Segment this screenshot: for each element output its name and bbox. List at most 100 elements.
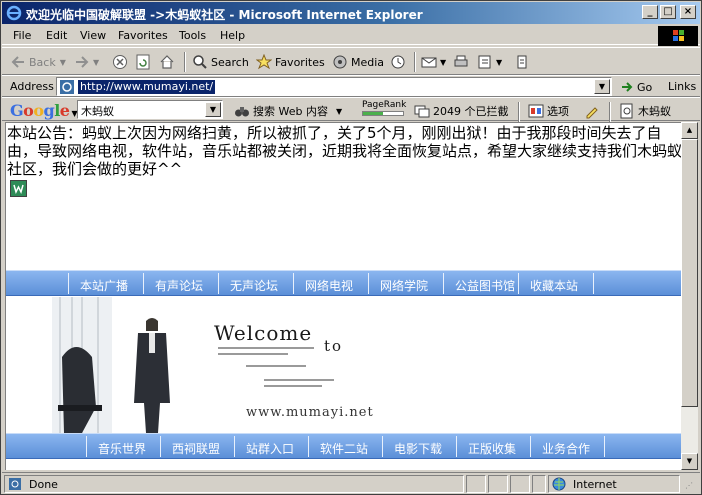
menu-view[interactable]: View xyxy=(80,29,106,42)
scroll-up-button[interactable]: ▲ xyxy=(681,122,698,139)
popup-blocker-button[interactable]: 2049 个已拦截 xyxy=(414,103,509,119)
google-search-input[interactable]: 木蚂蚁 ▼ xyxy=(77,100,223,119)
maximize-button[interactable]: □ xyxy=(660,5,676,19)
scroll-down-button[interactable]: ▼ xyxy=(681,453,698,470)
banner-to-text: to xyxy=(324,337,344,355)
menu-tools[interactable]: Tools xyxy=(179,29,206,42)
nav-divider xyxy=(68,273,69,294)
status-pane xyxy=(488,475,508,493)
resize-grip[interactable]: ⋰ xyxy=(685,481,693,490)
menu-favorites[interactable]: Favorites xyxy=(118,29,168,42)
refresh-button[interactable] xyxy=(135,54,154,70)
mail-icon xyxy=(421,57,437,68)
menu-bar: File Edit View Favorites Tools Help xyxy=(2,25,700,46)
vertical-scrollbar[interactable]: ▲ ▼ xyxy=(681,122,698,470)
ie-window: 欢迎光临中国破解联盟 ->木蚂蚁社区 - Microsoft Internet … xyxy=(0,0,702,495)
home-icon xyxy=(160,55,174,69)
address-label: Address xyxy=(10,80,54,93)
address-input[interactable]: http://www.mumayi.net/ ▼ xyxy=(56,77,612,96)
bottom-nav-item[interactable]: 西祠联盟 xyxy=(172,440,220,457)
site-notice: 本站公告：蚂蚁上次因为网络扫黄，所以被抓了，关了5个月，刚刚出狱！由于我那段时间… xyxy=(7,124,681,178)
discuss-button[interactable] xyxy=(514,54,533,70)
links-button[interactable]: Links xyxy=(668,80,696,93)
nav-divider xyxy=(143,273,144,294)
bottom-nav-item[interactable]: 电影下载 xyxy=(394,440,442,457)
top-nav-item[interactable]: 网络学院 xyxy=(380,277,428,294)
address-dropdown-button[interactable]: ▼ xyxy=(594,79,610,94)
stop-button[interactable] xyxy=(112,54,131,70)
top-nav-item[interactable]: 无声论坛 xyxy=(230,277,278,294)
search-icon xyxy=(193,55,207,69)
top-nav-item[interactable]: 网络电视 xyxy=(305,277,353,294)
media-icon xyxy=(333,55,347,69)
address-bar: Address http://www.mumayi.net/ ▼ Go Link… xyxy=(2,75,700,97)
google-query: 木蚂蚁 xyxy=(81,105,114,118)
options-button[interactable]: 选项 xyxy=(528,103,569,119)
favorites-button[interactable]: Favorites xyxy=(256,54,325,70)
page-icon xyxy=(60,80,74,94)
favorites-label: Favorites xyxy=(275,55,325,69)
top-nav-bar: 本站广播 有声论坛 无声论坛 网络电视 网络学院 公益图书馆 收藏本站 xyxy=(6,270,681,296)
print-icon xyxy=(454,55,468,67)
bottom-nav-item[interactable]: 业务合作 xyxy=(542,440,590,457)
status-pane xyxy=(510,475,530,493)
nav-divider xyxy=(530,436,531,457)
back-button[interactable]: Back ▼ xyxy=(10,54,66,70)
top-nav-item[interactable]: 公益图书馆 xyxy=(455,277,515,294)
standard-toolbar: Back ▼ ▼ Search Favorites Media ▼ ▼ xyxy=(2,47,700,75)
find-icon xyxy=(620,103,633,119)
nav-divider xyxy=(293,273,294,294)
pagerank-label: PageRank xyxy=(362,100,407,110)
print-button[interactable] xyxy=(453,54,472,70)
google-query-dropdown[interactable]: ▼ xyxy=(205,102,221,117)
globe-icon xyxy=(552,477,566,491)
top-nav-item[interactable]: 收藏本站 xyxy=(530,277,578,294)
discuss-icon xyxy=(517,55,527,69)
pagerank-meter[interactable]: PageRank xyxy=(362,100,406,116)
favorites-star-icon xyxy=(256,54,272,70)
banner-illustration xyxy=(52,297,170,433)
go-button[interactable]: Go xyxy=(620,80,652,94)
history-icon xyxy=(391,55,405,69)
highlight-button[interactable] xyxy=(584,103,603,119)
scroll-thumb[interactable] xyxy=(681,139,698,407)
title-bar[interactable]: 欢迎光临中国破解联盟 ->木蚂蚁社区 - Microsoft Internet … xyxy=(2,2,700,24)
bottom-nav-item[interactable]: 音乐世界 xyxy=(98,440,146,457)
history-button[interactable] xyxy=(390,54,409,70)
nav-divider xyxy=(218,273,219,294)
menu-edit[interactable]: Edit xyxy=(46,29,67,42)
blocked-count: 2049 个已拦截 xyxy=(433,105,509,118)
banner-text-line xyxy=(218,347,314,349)
nav-divider xyxy=(234,436,235,457)
plugin-icon[interactable] xyxy=(10,180,27,197)
banner-welcome-text: Welcome xyxy=(214,321,313,345)
windows-logo-icon xyxy=(658,26,698,46)
bottom-nav-item[interactable]: 正版收集 xyxy=(468,440,516,457)
media-label: Media xyxy=(351,55,385,69)
bottom-nav-item[interactable]: 站群入口 xyxy=(246,440,294,457)
address-url: http://www.mumayi.net/ xyxy=(78,80,216,94)
google-logo[interactable]: Google ▼ xyxy=(10,101,78,120)
banner-text-line xyxy=(246,365,306,367)
search-button[interactable]: Search xyxy=(192,54,249,70)
menu-help[interactable]: Help xyxy=(220,29,245,42)
top-nav-item[interactable]: 本站广播 xyxy=(80,277,128,294)
menu-file[interactable]: File xyxy=(13,29,31,42)
minimize-button[interactable]: _ xyxy=(642,5,658,19)
search-web-button[interactable]: 搜索 Web 内容 ▼ xyxy=(234,103,342,119)
bottom-nav-item[interactable]: 软件二站 xyxy=(320,440,368,457)
word-find-button[interactable]: 木蚂蚁 xyxy=(619,103,671,119)
security-zone-pane: Internet xyxy=(548,475,680,493)
mail-button[interactable]: ▼ xyxy=(421,54,446,70)
forward-button[interactable]: ▼ xyxy=(74,54,99,70)
media-button[interactable]: Media xyxy=(332,54,384,70)
top-nav-item[interactable]: 有声论坛 xyxy=(155,277,203,294)
forward-arrow-icon xyxy=(76,56,89,68)
home-button[interactable] xyxy=(159,54,178,70)
status-pane xyxy=(466,475,486,493)
close-button[interactable]: × xyxy=(680,5,696,19)
nav-divider xyxy=(160,436,161,457)
edit-button[interactable]: ▼ xyxy=(477,54,502,70)
go-arrow-icon xyxy=(622,82,633,92)
highlighter-icon xyxy=(586,107,598,119)
